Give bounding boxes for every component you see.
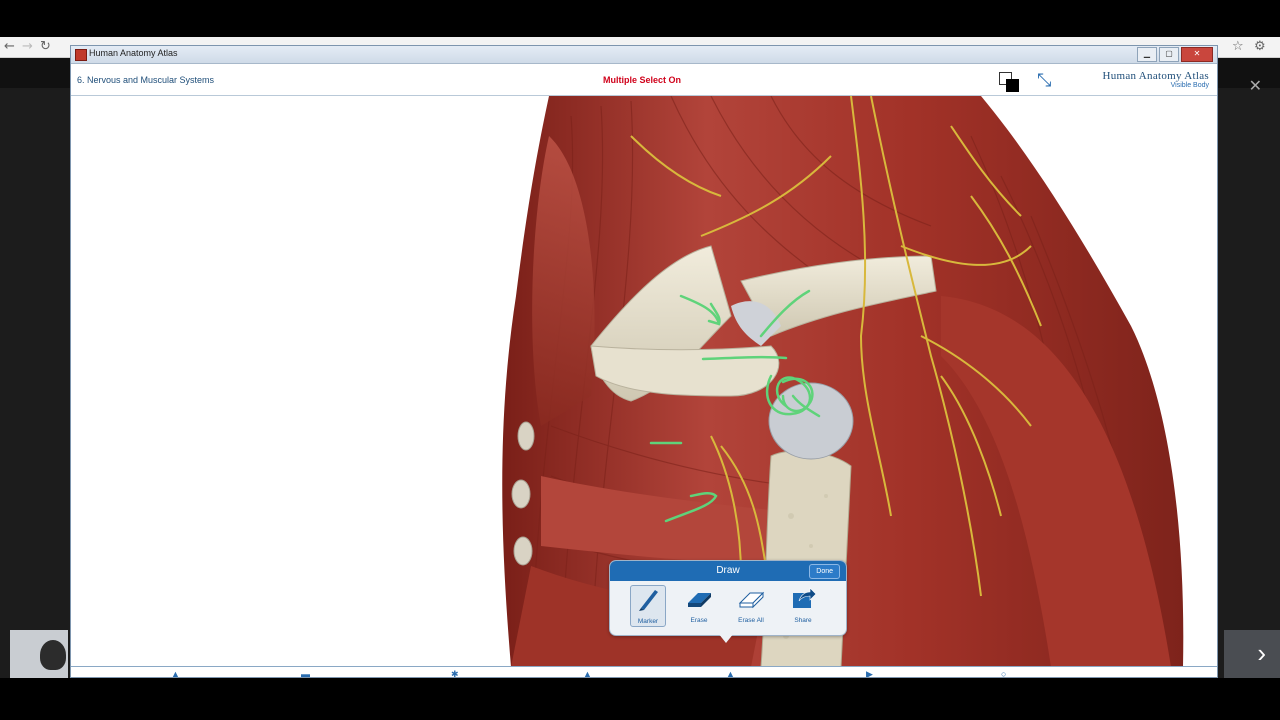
section-title: 6. Nervous and Muscular Systems xyxy=(77,75,215,85)
window-close-button[interactable]: ✕ xyxy=(1181,47,1213,62)
maximize-button[interactable]: ▢ xyxy=(1159,47,1179,62)
bottom-black-bar xyxy=(0,678,1280,720)
forward-icon[interactable]: → xyxy=(22,39,33,54)
reload-icon[interactable]: ↻ xyxy=(40,39,51,54)
person-silhouette xyxy=(40,640,66,670)
expand-icon[interactable]: ⤡ xyxy=(1037,70,1057,90)
right-thumbnail[interactable]: › xyxy=(1224,630,1280,678)
bottom-toolbar: ▲ ▬ ✱ ▲ ▲ ▶ ○ xyxy=(71,666,1217,677)
marker-icon xyxy=(639,590,658,611)
home-icon[interactable]: ▲ xyxy=(171,669,180,677)
menu-icon[interactable]: ⚙ xyxy=(1254,39,1266,54)
light-icon[interactable]: ✱ xyxy=(451,669,459,677)
erase-tool-button[interactable]: Erase xyxy=(682,585,716,625)
chevron-right-icon[interactable]: › xyxy=(1257,638,1266,669)
share-icon xyxy=(793,587,817,608)
window-title: Human Anatomy Atlas xyxy=(89,48,178,58)
search-icon[interactable]: ○ xyxy=(1001,669,1006,677)
layers-icon[interactable]: ▬ xyxy=(301,669,310,677)
color-picker-icon[interactable] xyxy=(999,72,1019,92)
app-window: Human Anatomy Atlas ▁ ▢ ✕ 6. Nervous and… xyxy=(70,45,1218,678)
app-icon xyxy=(75,49,87,61)
multiple-select-status: Multiple Select On xyxy=(603,75,682,85)
back-icon[interactable]: ← xyxy=(4,39,15,54)
joint-capsule[interactable] xyxy=(768,382,854,460)
erase-all-tool-button[interactable]: Erase All xyxy=(734,585,768,625)
pin-icon[interactable]: ▲ xyxy=(583,669,592,677)
close-icon[interactable]: ✕ xyxy=(1249,76,1262,96)
right-dark-panel xyxy=(1216,88,1280,678)
draw-panel: Draw Done Marker Erase Erase All Share xyxy=(609,560,847,636)
arrow-icon[interactable]: ▶ xyxy=(866,669,873,677)
window-titlebar: Human Anatomy Atlas ▁ ▢ ✕ xyxy=(71,46,1217,64)
app-header: 6. Nervous and Muscular Systems Multiple… xyxy=(71,64,1217,96)
left-thumbnail[interactable] xyxy=(10,630,68,678)
erase-all-icon xyxy=(738,591,765,609)
minimize-button[interactable]: ▁ xyxy=(1137,47,1157,62)
draw-icon[interactable]: ▲ xyxy=(726,669,735,677)
brand-logo: Human Anatomy Atlas Visible Body xyxy=(1102,70,1209,89)
star-icon[interactable]: ☆ xyxy=(1232,39,1244,54)
share-tool-button[interactable]: Share xyxy=(786,585,820,625)
draw-panel-pointer xyxy=(718,633,734,643)
done-button[interactable]: Done xyxy=(809,564,840,579)
eraser-icon xyxy=(688,593,711,607)
marker-tool-button[interactable]: Marker xyxy=(630,585,666,627)
left-dark-panel xyxy=(0,88,70,678)
